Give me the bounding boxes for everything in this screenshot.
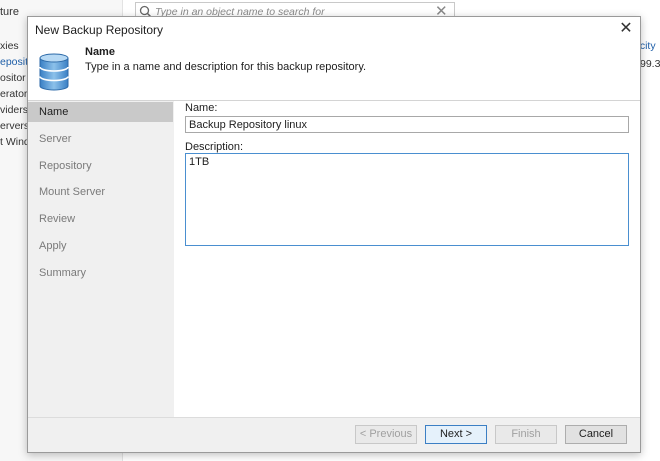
background-nav-item[interactable]: t Wind bbox=[0, 136, 30, 148]
dialog-titlebar: New Backup Repository ✕ bbox=[28, 17, 640, 41]
step-mount-server[interactable]: Mount Server bbox=[28, 182, 174, 202]
background-nav-item[interactable]: xies bbox=[0, 40, 19, 52]
name-label: Name: bbox=[185, 102, 218, 114]
description-input[interactable]: 1TB bbox=[185, 153, 629, 246]
step-apply[interactable]: Apply bbox=[28, 236, 174, 256]
name-input[interactable] bbox=[185, 116, 629, 133]
step-review[interactable]: Review bbox=[28, 209, 174, 229]
dialog-title: New Backup Repository bbox=[35, 23, 164, 37]
wizard-steps-pane: Name Server Repository Mount Server Revi… bbox=[28, 101, 174, 417]
wizard-header: Name Type in a name and description for … bbox=[28, 41, 640, 101]
step-name[interactable]: Name bbox=[28, 102, 173, 122]
next-button[interactable]: Next > bbox=[425, 425, 487, 444]
background-nav-item[interactable]: viders bbox=[0, 104, 28, 116]
step-server[interactable]: Server bbox=[28, 129, 174, 149]
new-backup-repository-dialog: New Backup Repository ✕ Name Type in a n… bbox=[27, 16, 641, 453]
cancel-button[interactable]: Cancel bbox=[565, 425, 627, 444]
description-label: Description: bbox=[185, 141, 244, 153]
background-cell-value: 99.3 bbox=[640, 58, 660, 70]
step-description: Type in a name and description for this … bbox=[85, 61, 367, 73]
finish-button[interactable]: Finish bbox=[495, 425, 557, 444]
step-title: Name bbox=[85, 46, 115, 58]
wizard-content: Name: Description: 1TB bbox=[174, 101, 640, 417]
previous-button[interactable]: < Previous bbox=[355, 425, 417, 444]
background-nav-item[interactable]: ositor bbox=[0, 72, 26, 84]
database-icon bbox=[39, 53, 69, 91]
step-repository[interactable]: Repository bbox=[28, 156, 174, 176]
wizard-footer: < Previous Next > Finish Cancel bbox=[28, 417, 640, 452]
step-summary[interactable]: Summary bbox=[28, 263, 174, 283]
close-icon[interactable]: ✕ bbox=[616, 19, 636, 39]
background-pane-title: ture bbox=[0, 6, 19, 18]
background-nav-item[interactable]: ervers bbox=[0, 120, 29, 132]
